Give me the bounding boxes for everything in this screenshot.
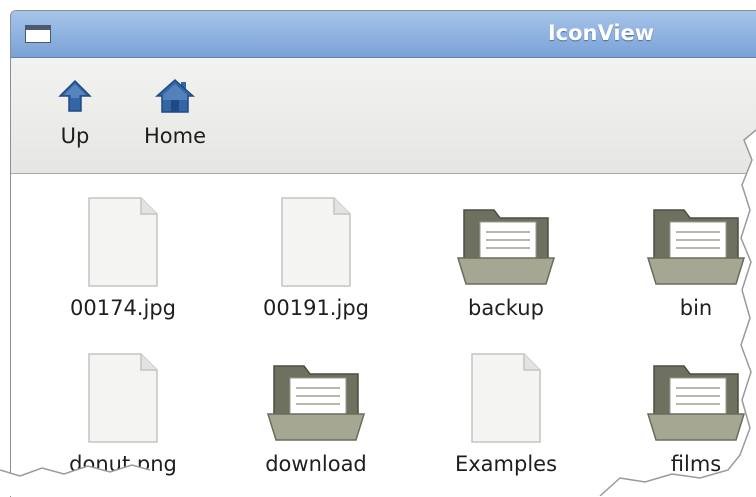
window-icon[interactable] bbox=[25, 25, 51, 43]
folder-name: download bbox=[265, 452, 367, 476]
folder-name: films bbox=[670, 452, 722, 476]
folder-icon bbox=[646, 365, 746, 441]
file-name: 00174.jpg bbox=[70, 296, 176, 320]
folder-name: backup bbox=[468, 296, 544, 320]
document-icon bbox=[281, 197, 351, 287]
home-button-label: Home bbox=[143, 124, 206, 148]
folder-item[interactable]: download bbox=[231, 360, 401, 476]
file-name: Examples bbox=[454, 452, 558, 476]
file-item[interactable]: donut.png bbox=[38, 352, 208, 476]
folder-item[interactable]: films bbox=[611, 360, 756, 476]
home-button[interactable]: Home bbox=[135, 78, 215, 148]
window-title: IconView bbox=[547, 21, 655, 45]
up-arrow-icon bbox=[58, 79, 92, 112]
file-item[interactable]: 00174.jpg bbox=[38, 196, 208, 320]
folder-icon bbox=[266, 365, 366, 441]
document-icon bbox=[471, 353, 541, 443]
folder-name: bin bbox=[679, 296, 713, 320]
title-bar[interactable]: IconView bbox=[11, 11, 756, 58]
folder-icon bbox=[456, 209, 556, 285]
up-button-label: Up bbox=[60, 124, 90, 148]
home-icon bbox=[155, 78, 195, 113]
file-item[interactable]: Examples bbox=[421, 352, 591, 476]
up-button[interactable]: Up bbox=[47, 78, 103, 148]
folder-icon bbox=[646, 209, 746, 285]
folder-item[interactable]: backup bbox=[421, 204, 591, 320]
file-name: donut.png bbox=[69, 452, 177, 476]
file-name: 00191.jpg bbox=[263, 296, 369, 320]
file-item[interactable]: 00191.jpg bbox=[231, 196, 401, 320]
folder-item[interactable]: bin bbox=[611, 204, 756, 320]
iconview-window: IconView Up Home 00174.jpg 00191.jpg bac… bbox=[10, 10, 756, 497]
toolbar: Up Home bbox=[11, 58, 756, 174]
document-icon bbox=[88, 197, 158, 287]
document-icon bbox=[88, 353, 158, 443]
icon-view[interactable]: 00174.jpg 00191.jpg backup bin donut.png… bbox=[11, 174, 756, 497]
